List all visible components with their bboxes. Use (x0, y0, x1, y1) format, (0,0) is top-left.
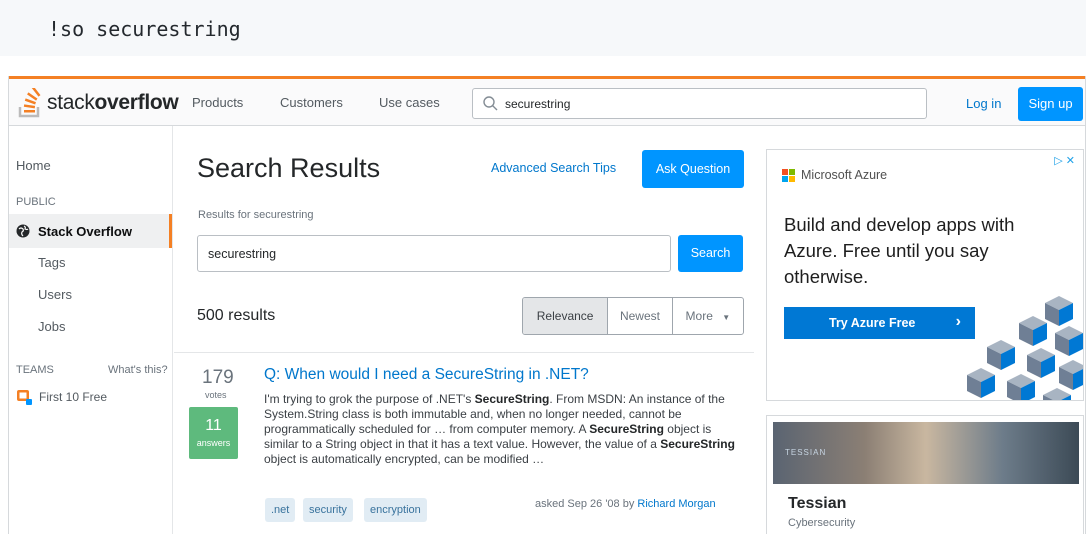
page-title: Search Results (197, 153, 381, 183)
command-text: !so securestring (48, 17, 241, 41)
search-button[interactable]: Search (678, 235, 743, 272)
microsoft-logo-icon (782, 168, 795, 182)
sidebar-item-tags[interactable]: Tags (38, 255, 65, 270)
sidebar-heading-public: PUBLIC (16, 196, 56, 208)
top-bar: stackoverflow Products Customers Use cas… (9, 76, 1085, 126)
company-photo: TESSIAN (773, 422, 1079, 484)
vote-count: 179 (202, 367, 234, 388)
try-azure-label: Try Azure Free (829, 316, 916, 330)
sidebar-item-first-free[interactable]: First 10 Free (39, 390, 107, 404)
sidebar-item-jobs[interactable]: Jobs (38, 319, 65, 334)
globe-icon (16, 224, 30, 238)
sidebar-item-stack-overflow-label: Stack Overflow (38, 224, 132, 239)
caret-down-icon: ▼ (722, 313, 731, 322)
tab-more[interactable]: More ▼ (673, 298, 743, 334)
tag-net[interactable]: .net (265, 498, 296, 522)
company-name: Tessian (788, 495, 847, 512)
azure-ad[interactable]: ▷ ✕ Microsoft Azure Build and develop ap… (766, 149, 1084, 401)
sidebar-item-home[interactable]: Home (16, 158, 51, 173)
search-query-value: securestring (208, 247, 277, 261)
teams-briefcase-icon (17, 390, 32, 405)
author-link[interactable]: Richard Morgan (637, 498, 715, 510)
signup-button[interactable]: Sign up (1018, 87, 1083, 121)
command-bar: !so securestring (0, 0, 1086, 56)
nav-customers[interactable]: Customers (280, 95, 343, 110)
results-for-label: Results for securestring (198, 209, 314, 221)
nav-products[interactable]: Products (192, 95, 243, 110)
results-divider (174, 352, 754, 353)
answer-label: answers (196, 438, 231, 448)
question-title-link[interactable]: Q: When would I need a SecureString in .… (264, 366, 589, 384)
asked-date: asked Sep 26 '08 by (535, 498, 635, 510)
logo-light-text: stack (47, 91, 95, 114)
login-link[interactable]: Log in (966, 96, 1001, 111)
ask-question-button[interactable]: Ask Question (642, 150, 744, 188)
ad-choices-close-icon[interactable]: ▷ ✕ (1054, 154, 1075, 167)
company-industry: Cybersecurity (788, 517, 856, 529)
tab-newest[interactable]: Newest (608, 298, 673, 334)
sidebar-heading-teams: TEAMS (16, 364, 54, 376)
stack-logo-icon (18, 88, 41, 118)
ad-brand-name: Microsoft Azure (801, 168, 888, 182)
tag-encryption[interactable]: encryption (364, 498, 427, 522)
ad-brand: Microsoft Azure (782, 168, 887, 182)
tab-relevance[interactable]: Relevance (523, 298, 609, 334)
company-logo: TESSIAN (785, 448, 827, 457)
stackoverflow-logo[interactable]: stackoverflow (17, 86, 179, 120)
sort-tabs: Relevance Newest More ▼ (522, 297, 744, 335)
result-count: 500 results (197, 307, 276, 324)
left-sidebar: Home PUBLIC Stack Overflow Tags Users Jo… (9, 126, 173, 534)
top-search-input[interactable]: securestring (472, 88, 927, 119)
logo-bold-text: overflow (94, 91, 179, 114)
search-icon (483, 96, 498, 111)
company-card[interactable]: TESSIAN Tessian Cybersecurity (766, 415, 1084, 534)
question-excerpt: I'm trying to grok the purpose of .NET's… (264, 392, 735, 466)
answer-count-badge: 11 answers (189, 407, 238, 459)
tab-more-label: More (685, 309, 713, 323)
sidebar-item-stack-overflow[interactable]: Stack Overflow (9, 214, 172, 248)
answer-count: 11 (205, 417, 222, 434)
nav-use-cases[interactable]: Use cases (379, 95, 440, 110)
asked-info: asked Sep 26 '08 by Richard Morgan (535, 496, 716, 512)
logo-wordmark: stackoverflow (47, 91, 179, 115)
vote-label: votes (205, 390, 227, 400)
whats-this-link[interactable]: What's this? (108, 364, 168, 376)
ad-headline: Build and develop apps with Azure. Free … (784, 214, 1015, 287)
top-search-value: securestring (505, 97, 571, 111)
browser-screenshot: stackoverflow Products Customers Use cas… (8, 76, 1086, 534)
azure-cubes-illustration (967, 296, 1083, 400)
sidebar-item-users[interactable]: Users (38, 287, 72, 302)
advanced-search-tips-link[interactable]: Advanced Search Tips (491, 161, 616, 175)
tag-security[interactable]: security (303, 498, 353, 522)
search-query-input[interactable]: securestring (197, 235, 671, 272)
